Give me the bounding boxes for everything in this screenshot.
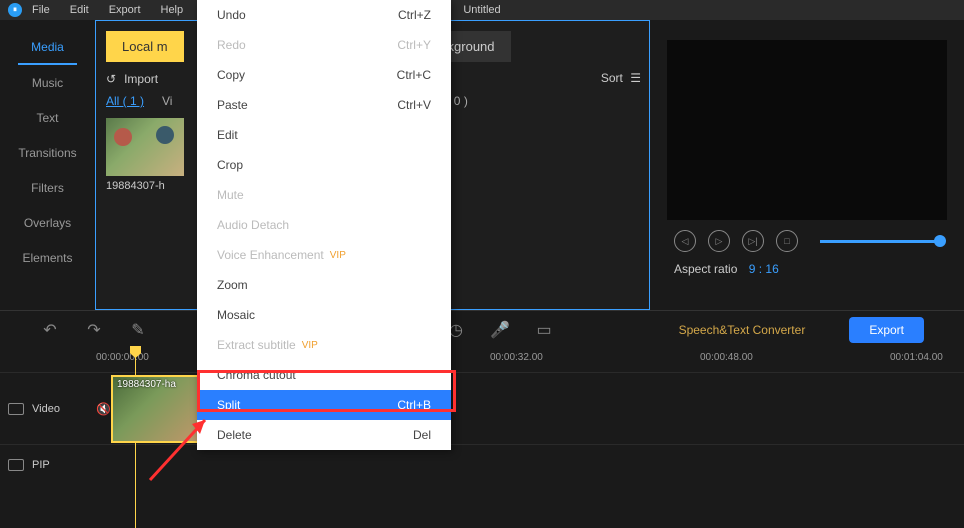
ctx-label: Crop: [217, 158, 243, 172]
filter-video[interactable]: Vi: [162, 94, 172, 108]
tab-local-media[interactable]: Local m: [106, 31, 184, 62]
menu-help[interactable]: Help: [161, 4, 184, 16]
zoom-slider[interactable]: [820, 240, 940, 243]
context-menu: Undo Ctrl+Z Redo Ctrl+Y Copy Ctrl+C Paste Ctrl+…: [197, 0, 451, 450]
timeline: 00:00:00.00 00:00:32.00 00:00:48.00 00:0…: [0, 348, 964, 484]
ctx-label: Chroma cutout: [217, 368, 296, 382]
ctx-shortcut: Ctrl+V: [397, 98, 431, 112]
timeline-ruler[interactable]: 00:00:00.00 00:00:32.00 00:00:48.00 00:0…: [0, 348, 964, 372]
ctx-label: Audio Detach: [217, 218, 289, 232]
record-icon[interactable]: ▭: [534, 320, 554, 340]
sidebar-item-music[interactable]: Music: [0, 65, 95, 100]
preview-panel: ◁ ▷ ▷| □ Aspect ratio 9 : 16: [650, 20, 964, 310]
pip-track[interactable]: PIP: [0, 444, 964, 484]
redo-icon[interactable]: ↷: [84, 320, 104, 340]
ctx-paste[interactable]: Paste Ctrl+V: [197, 90, 451, 120]
app-logo: ⏸: [8, 3, 22, 17]
sidebar-item-media[interactable]: Media: [18, 30, 77, 65]
undo-icon[interactable]: ↶: [40, 320, 60, 340]
video-track-icon: [8, 403, 24, 415]
preview-viewport: [667, 40, 947, 220]
slider-thumb[interactable]: [934, 235, 946, 247]
vip-badge: VIP: [330, 250, 346, 261]
ctx-label: Zoom: [217, 278, 248, 292]
sidebar: Media Music Text Transitions Filters Ove…: [0, 20, 95, 310]
ctx-delete[interactable]: Delete Del: [197, 420, 451, 450]
ctx-label: Copy: [217, 68, 245, 82]
pip-track-icon: [8, 459, 24, 471]
vip-badge: VIP: [302, 340, 318, 351]
next-frame-button[interactable]: ▷|: [742, 230, 764, 252]
document-title: Untitled: [463, 4, 500, 16]
sort-button[interactable]: Sort ☰: [601, 71, 639, 85]
ctx-label: Extract subtitle: [217, 338, 296, 352]
sidebar-item-overlays[interactable]: Overlays: [0, 205, 95, 240]
mute-icon[interactable]: 🔇: [96, 402, 111, 416]
ruler-mark: 00:00:48.00: [700, 352, 753, 363]
clip-label: 19884307-ha: [117, 379, 176, 390]
ctx-shortcut: Ctrl+Y: [397, 38, 431, 52]
ctx-shortcut: Ctrl+Z: [398, 8, 431, 22]
ctx-label: Paste: [217, 98, 248, 112]
aspect-ratio-value[interactable]: 9 : 16: [749, 262, 779, 276]
menu-file[interactable]: File: [32, 4, 50, 16]
pip-track-label: PIP: [32, 459, 50, 471]
titlebar: ⏸ File Edit Export Help Untitled: [0, 0, 964, 20]
aspect-ratio-label: Aspect ratio: [674, 262, 737, 276]
timeline-toolbar: ↶ ↷ ✎ ⧉ ◷ 🎤 ▭ Speech&Text Converter Expo…: [0, 310, 964, 348]
ctx-copy[interactable]: Copy Ctrl+C: [197, 60, 451, 90]
ctx-audio-detach: Audio Detach: [197, 210, 451, 240]
ctx-shortcut: Ctrl+C: [397, 68, 431, 82]
ctx-redo: Redo Ctrl+Y: [197, 30, 451, 60]
refresh-icon[interactable]: ↺: [106, 72, 116, 86]
sidebar-item-text[interactable]: Text: [0, 100, 95, 135]
ctx-undo[interactable]: Undo Ctrl+Z: [197, 0, 451, 30]
ctx-label: Voice Enhancement: [217, 248, 324, 262]
edit-icon[interactable]: ✎: [128, 320, 148, 340]
play-button[interactable]: ▷: [708, 230, 730, 252]
ctx-split[interactable]: Split Ctrl+B: [197, 390, 451, 420]
ruler-mark: 00:00:32.00: [490, 352, 543, 363]
prev-frame-button[interactable]: ◁: [674, 230, 696, 252]
ctx-shortcut: Del: [413, 428, 431, 442]
sort-icon: ☰: [630, 71, 639, 85]
import-link[interactable]: Import: [124, 72, 158, 86]
export-button[interactable]: Export: [849, 317, 924, 343]
menu-edit[interactable]: Edit: [70, 4, 89, 16]
ctx-mute: Mute: [197, 180, 451, 210]
filter-all[interactable]: All ( 1 ): [106, 94, 144, 108]
ctx-zoom[interactable]: Zoom: [197, 270, 451, 300]
thumbnail-image: [106, 118, 184, 176]
ctx-label: Split: [217, 398, 240, 412]
speech-text-converter[interactable]: Speech&Text Converter: [679, 323, 806, 337]
ctx-label: Mute: [217, 188, 244, 202]
ruler-mark: 00:01:04.00: [890, 352, 943, 363]
sidebar-item-elements[interactable]: Elements: [0, 240, 95, 275]
ctx-label: Mosaic: [217, 308, 255, 322]
ctx-mosaic[interactable]: Mosaic: [197, 300, 451, 330]
video-track-label: Video: [32, 403, 60, 415]
ctx-label: Edit: [217, 128, 238, 142]
sidebar-item-filters[interactable]: Filters: [0, 170, 95, 205]
menu-export[interactable]: Export: [109, 4, 141, 16]
ctx-edit[interactable]: Edit: [197, 120, 451, 150]
ctx-chroma-cutout[interactable]: Chroma cutout: [197, 360, 451, 390]
mic-icon[interactable]: 🎤: [490, 320, 510, 340]
ctx-shortcut: Ctrl+B: [397, 398, 431, 412]
sort-label: Sort: [601, 71, 623, 85]
video-track[interactable]: Video 🔇 19884307-ha: [0, 372, 964, 444]
sidebar-item-transitions[interactable]: Transitions: [0, 135, 95, 170]
ctx-crop[interactable]: Crop: [197, 150, 451, 180]
ruler-mark: 00:00:00.00: [96, 352, 149, 363]
ctx-label: Redo: [217, 38, 246, 52]
ctx-voice-enhancement: Voice Enhancement VIP: [197, 240, 451, 270]
ctx-label: Delete: [217, 428, 252, 442]
ctx-label: Undo: [217, 8, 246, 22]
stop-button[interactable]: □: [776, 230, 798, 252]
ctx-extract-subtitle: Extract subtitle VIP: [197, 330, 451, 360]
